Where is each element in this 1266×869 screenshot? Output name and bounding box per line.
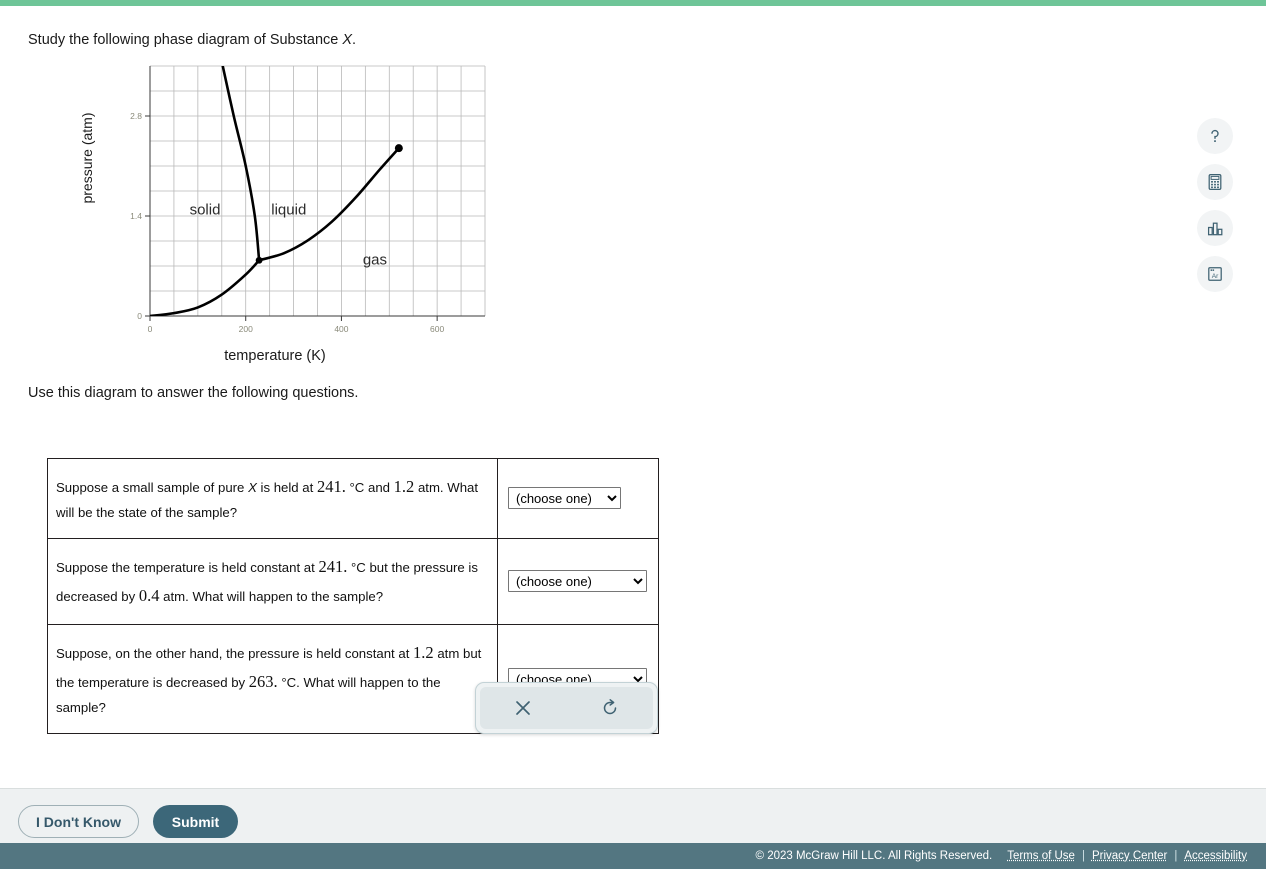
answer-select-q2[interactable]: (choose one): [508, 570, 647, 593]
question-text-fragment: Suppose the temperature is held constant…: [56, 559, 319, 575]
question-text-fragment: 1.2: [413, 642, 434, 662]
calculator-icon: [1208, 173, 1222, 191]
question-text-fragment: 263.: [248, 671, 278, 691]
periodic-table-icon: Ar: [1208, 267, 1222, 281]
instruction-text: Use this diagram to answer the following…: [28, 385, 359, 401]
footer-separator-1: |: [1081, 850, 1085, 862]
triple-point: [255, 256, 263, 264]
answer-toolbar-inner: [480, 687, 653, 729]
phase-diagram-figure: pressure (atm) 0 200 400 600 0 1.4 2.8 solid liq…: [55, 58, 495, 370]
table-row: Suppose a small sample of pure X is held…: [47, 458, 659, 539]
accessibility-link[interactable]: Accessibility: [1184, 850, 1247, 862]
svg-text:2.8: 2.8: [130, 111, 142, 121]
submit-button[interactable]: Submit: [153, 805, 238, 838]
tool-rail: Ar: [1197, 118, 1233, 302]
reset-button[interactable]: [590, 691, 630, 725]
question-text-fragment: Suppose a small sample of pure: [56, 480, 249, 495]
question-text-fragment: 0.4: [138, 586, 160, 606]
fusion-curve: [221, 66, 261, 262]
bar-chart-icon: [1207, 222, 1223, 236]
question-text-fragment: atm. What will happen to the sample?: [159, 589, 384, 605]
calculator-tool-button[interactable]: [1197, 164, 1233, 200]
answer-select-q1[interactable]: (choose one): [508, 487, 621, 510]
copyright-text: © 2023 McGraw Hill LLC. All Rights Reser…: [755, 850, 993, 862]
region-label-gas: gas: [363, 252, 387, 269]
question-text: Suppose, on the other hand, the pressure…: [47, 623, 498, 734]
periodic-table-tool-button[interactable]: Ar: [1197, 256, 1233, 292]
prompt-top-prefix: Study the following phase diagram of Sub…: [28, 32, 343, 48]
answer-toolbar: [475, 682, 658, 734]
clear-button[interactable]: [503, 691, 543, 725]
terms-of-use-link[interactable]: Terms of Use: [1007, 850, 1075, 862]
question-text-fragment: 241.: [316, 477, 346, 496]
svg-text:0: 0: [148, 324, 153, 334]
help-tool-button[interactable]: [1197, 118, 1233, 154]
close-icon: [516, 701, 531, 715]
substance-symbol: X: [342, 32, 353, 48]
question-text-fragment: is held at: [256, 480, 317, 495]
question-text-fragment: °C and: [345, 480, 394, 495]
question-text: Suppose a small sample of pure X is held…: [47, 458, 498, 539]
footer-separator-2: |: [1174, 850, 1178, 862]
prompt-top-suffix: .: [352, 32, 357, 48]
question-mark-icon: [1211, 129, 1219, 143]
region-label-liquid: liquid: [271, 202, 306, 219]
svg-text:0: 0: [137, 311, 142, 321]
footer: © 2023 McGraw Hill LLC. All Rights Reser…: [0, 843, 1266, 869]
sublimation-curve: [150, 258, 261, 316]
privacy-center-link[interactable]: Privacy Center: [1092, 850, 1167, 862]
reset-icon: [603, 699, 616, 715]
chart-tool-button[interactable]: [1197, 210, 1233, 246]
svg-text:400: 400: [334, 324, 348, 334]
question-text-fragment: 241.: [318, 556, 348, 576]
answer-cell: (choose one): [497, 458, 659, 539]
question-text-fragment: Suppose, on the other hand, the pressure…: [56, 645, 414, 661]
phase-diagram-plot: 0 200 400 600 0 1.4 2.8 solid liquid gas: [130, 65, 486, 334]
page-title: Study the following phase diagram of Sub…: [28, 32, 356, 48]
answer-cell: (choose one): [497, 537, 659, 625]
critical-point: [394, 144, 403, 153]
svg-text:Ar: Ar: [1212, 273, 1219, 280]
x-axis-label: temperature (K): [224, 348, 326, 364]
svg-text:200: 200: [239, 324, 253, 334]
dont-know-button[interactable]: I Don't Know: [18, 805, 139, 838]
question-text: Suppose the temperature is held constant…: [47, 537, 498, 625]
question-text-fragment: X: [248, 480, 257, 495]
table-row: Suppose the temperature is held constant…: [47, 537, 659, 625]
question-text-fragment: 1.2: [393, 477, 415, 496]
question-content-area: Study the following phase diagram of Sub…: [0, 6, 1266, 788]
region-label-solid: solid: [190, 202, 221, 219]
svg-text:600: 600: [430, 324, 444, 334]
svg-text:1.4: 1.4: [130, 211, 142, 221]
